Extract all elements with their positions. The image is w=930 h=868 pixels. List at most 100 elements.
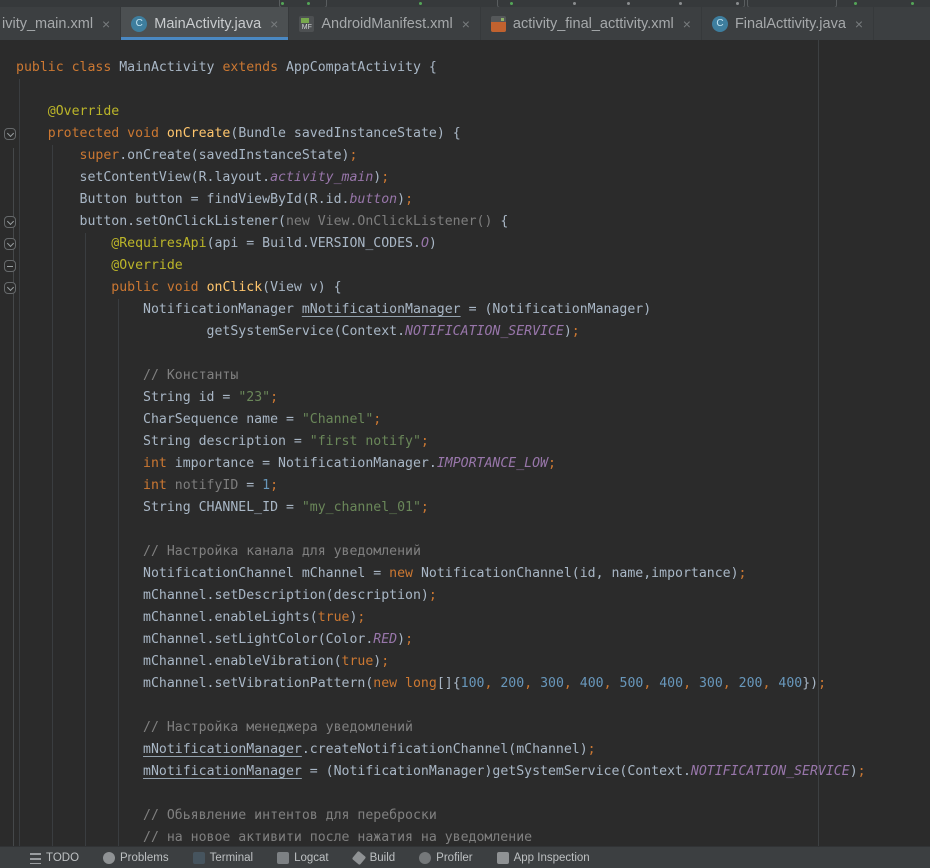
fold-marker-icon[interactable] (4, 282, 16, 294)
tab-ivity-main-xml[interactable]: ivity_main.xml× (0, 7, 121, 40)
code-token: 200 (500, 676, 524, 691)
fold-marker-icon[interactable] (4, 128, 16, 140)
code-line[interactable] (16, 695, 866, 717)
problems-icon (103, 852, 115, 864)
code-line[interactable] (16, 79, 866, 101)
code-line[interactable]: mChannel.enableVibration(true); (16, 651, 866, 673)
tab-close-icon[interactable]: × (102, 17, 110, 31)
code-line[interactable]: // на новое активити после нажатия на ув… (16, 827, 866, 846)
code-line[interactable]: setContentView(R.layout.activity_main); (16, 167, 866, 189)
code-token: // Настройка канала для уведомлений (16, 544, 421, 559)
code-token: notifyID (175, 478, 239, 493)
code-line[interactable]: public void onClick(View v) { (16, 277, 866, 299)
code-token: ; (818, 676, 826, 691)
code-token: ; (373, 412, 381, 427)
code-line[interactable]: public class MainActivity extends AppCom… (16, 57, 866, 79)
tool-window-button-build[interactable]: Build (353, 852, 396, 864)
tool-window-button-todo[interactable]: TODO (30, 852, 79, 864)
tab-close-icon[interactable]: × (855, 17, 863, 31)
fold-marker-icon[interactable] (4, 238, 16, 250)
code-line[interactable]: mChannel.enableLights(true); (16, 607, 866, 629)
code-token: ; (270, 390, 278, 405)
tool-window-button-problems[interactable]: Problems (103, 852, 169, 864)
tab-close-icon[interactable]: × (462, 17, 470, 31)
todo-icon (30, 853, 41, 864)
tool-window-button-terminal[interactable]: Terminal (193, 852, 253, 864)
code-token: mChannel.setDescription(description) (16, 588, 429, 603)
code-token: .createNotificationChannel(mChannel) (302, 742, 588, 757)
code-token: ; (739, 566, 747, 581)
tab-label: MainActivity.java (154, 16, 261, 32)
code-line[interactable]: // Обьявление интентов для переброски (16, 805, 866, 827)
code-line[interactable]: String CHANNEL_ID = "my_channel_01"; (16, 497, 866, 519)
tab-mainactivity-java[interactable]: CMainActivity.java× (121, 7, 289, 40)
tab-androidmanifest-xml[interactable]: MFAndroidManifest.xml× (289, 7, 481, 40)
tool-window-bar: TODO Problems Terminal Logcat Build Profiler A… (0, 846, 930, 868)
code-token: AppCompatActivity { (286, 60, 437, 75)
toolbar-widget[interactable] (279, 0, 327, 7)
tool-window-button-logcat[interactable]: Logcat (277, 852, 329, 864)
fold-marker-icon[interactable] (4, 216, 16, 228)
toolbar-widget[interactable] (497, 0, 745, 7)
main-toolbar-sliver (0, 0, 930, 7)
tab-label: AndroidManifest.xml (321, 16, 452, 32)
code-token: true (318, 610, 350, 625)
code-line[interactable]: @Override (16, 101, 866, 123)
code-token: importance = NotificationManager. (175, 456, 437, 471)
code-line[interactable]: mChannel.setLightColor(Color.RED); (16, 629, 866, 651)
code-token: { (500, 214, 508, 229)
code-line[interactable] (16, 519, 866, 541)
code-token: @Override (16, 258, 183, 273)
code-token: ) (397, 192, 405, 207)
tool-window-label: App Inspection (514, 852, 590, 864)
code-token: CharSequence name = (16, 412, 302, 427)
code-line[interactable]: mNotificationManager = (NotificationMana… (16, 761, 866, 783)
toolbar-dot (854, 2, 857, 5)
code-line[interactable] (16, 343, 866, 365)
code-token: , (604, 676, 620, 691)
code-line[interactable]: int notifyID = 1; (16, 475, 866, 497)
code-token: , (683, 676, 699, 691)
code-area[interactable]: public class MainActivity extends AppCom… (16, 57, 866, 846)
code-token: int (16, 478, 175, 493)
tab-close-icon[interactable]: × (683, 17, 691, 31)
toolbar-widget[interactable] (747, 0, 837, 7)
code-editor[interactable]: public class MainActivity extends AppCom… (0, 40, 930, 846)
code-line[interactable]: // Настройка канала для уведомлений (16, 541, 866, 563)
code-token: true (342, 654, 374, 669)
code-line[interactable]: String description = "first notify"; (16, 431, 866, 453)
tab-finalacttivity-java[interactable]: CFinalActtivity.java× (702, 7, 874, 40)
code-token: "my_channel_01" (302, 500, 421, 515)
code-line[interactable]: int importance = NotificationManager.IMP… (16, 453, 866, 475)
tool-window-button-app-inspection[interactable]: App Inspection (497, 852, 590, 864)
code-line[interactable]: button.setOnClickListener(new View.OnCli… (16, 211, 866, 233)
code-token: mNotificationManager (143, 742, 302, 757)
code-token: String id = (16, 390, 238, 405)
code-token: ; (421, 434, 429, 449)
code-line[interactable]: super.onCreate(savedInstanceState); (16, 145, 866, 167)
code-line[interactable]: getSystemService(Context.NOTIFICATION_SE… (16, 321, 866, 343)
code-line[interactable]: CharSequence name = "Channel"; (16, 409, 866, 431)
code-line[interactable]: protected void onCreate(Bundle savedInst… (16, 123, 866, 145)
tool-window-button-profiler[interactable]: Profiler (419, 852, 472, 864)
code-token: NOTIFICATION_SERVICE (405, 324, 564, 339)
code-token: 400 (580, 676, 604, 691)
code-token: onClick (207, 280, 263, 295)
code-line[interactable] (16, 783, 866, 805)
fold-marker-icon[interactable] (4, 260, 16, 272)
tab-activity-final-acttivity-xml[interactable]: activity_final_acttivity.xml× (481, 7, 702, 40)
code-line[interactable]: NotificationManager mNotificationManager… (16, 299, 866, 321)
code-line[interactable]: @RequiresApi(api = Build.VERSION_CODES.O… (16, 233, 866, 255)
toolbar-dot (419, 2, 422, 5)
code-line[interactable]: mChannel.setVibrationPattern(new long[]{… (16, 673, 866, 695)
code-token: IMPORTANCE_LOW (437, 456, 548, 471)
code-line[interactable]: // Константы (16, 365, 866, 387)
code-line[interactable]: NotificationChannel mChannel = new Notif… (16, 563, 866, 585)
tab-close-icon[interactable]: × (270, 17, 278, 31)
code-line[interactable]: Button button = findViewById(R.id.button… (16, 189, 866, 211)
code-line[interactable]: @Override (16, 255, 866, 277)
code-line[interactable]: // Настройка менеджера уведомлений (16, 717, 866, 739)
code-line[interactable]: String id = "23"; (16, 387, 866, 409)
code-line[interactable]: mNotificationManager.createNotificationC… (16, 739, 866, 761)
code-line[interactable]: mChannel.setDescription(description); (16, 585, 866, 607)
